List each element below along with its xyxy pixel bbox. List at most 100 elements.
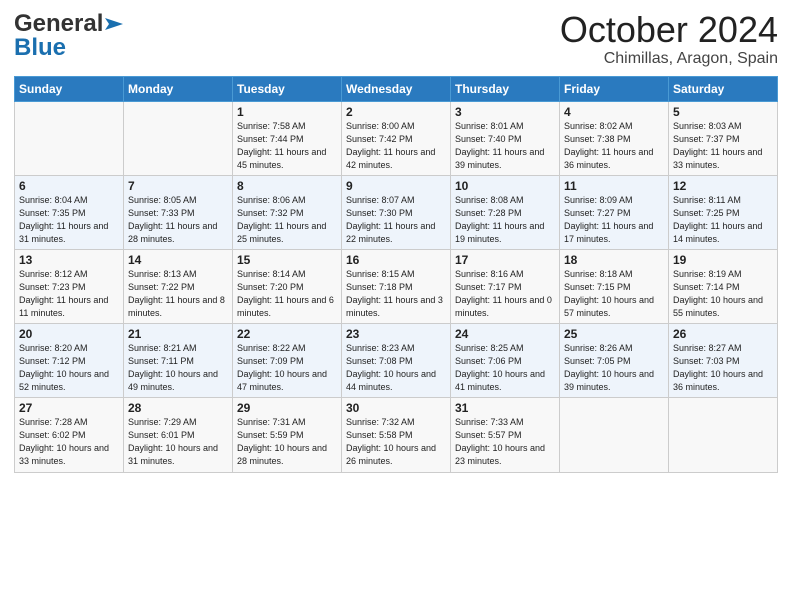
logo-blue: Blue [14,34,66,62]
col-header-monday: Monday [124,76,233,101]
day-info: Sunrise: 8:09 AM Sunset: 7:27 PM Dayligh… [564,194,664,246]
day-info: Sunrise: 8:11 AM Sunset: 7:25 PM Dayligh… [673,194,773,246]
calendar-cell: 7Sunrise: 8:05 AM Sunset: 7:33 PM Daylig… [124,175,233,249]
calendar-cell [124,101,233,175]
calendar-cell: 31Sunrise: 7:33 AM Sunset: 5:57 PM Dayli… [451,398,560,472]
calendar-cell: 26Sunrise: 8:27 AM Sunset: 7:03 PM Dayli… [669,324,778,398]
day-info: Sunrise: 8:12 AM Sunset: 7:23 PM Dayligh… [19,268,119,320]
calendar-cell: 24Sunrise: 8:25 AM Sunset: 7:06 PM Dayli… [451,324,560,398]
week-row-2: 6Sunrise: 8:04 AM Sunset: 7:35 PM Daylig… [15,175,778,249]
day-number: 7 [128,179,228,193]
day-info: Sunrise: 8:03 AM Sunset: 7:37 PM Dayligh… [673,120,773,172]
day-info: Sunrise: 7:33 AM Sunset: 5:57 PM Dayligh… [455,416,555,468]
day-info: Sunrise: 8:26 AM Sunset: 7:05 PM Dayligh… [564,342,664,394]
calendar-cell: 18Sunrise: 8:18 AM Sunset: 7:15 PM Dayli… [560,249,669,323]
day-number: 25 [564,327,664,341]
calendar-cell: 13Sunrise: 8:12 AM Sunset: 7:23 PM Dayli… [15,249,124,323]
day-info: Sunrise: 7:31 AM Sunset: 5:59 PM Dayligh… [237,416,337,468]
calendar-cell: 6Sunrise: 8:04 AM Sunset: 7:35 PM Daylig… [15,175,124,249]
day-number: 17 [455,253,555,267]
day-number: 19 [673,253,773,267]
day-info: Sunrise: 8:08 AM Sunset: 7:28 PM Dayligh… [455,194,555,246]
calendar-cell: 4Sunrise: 8:02 AM Sunset: 7:38 PM Daylig… [560,101,669,175]
calendar-cell [669,398,778,472]
week-row-4: 20Sunrise: 8:20 AM Sunset: 7:12 PM Dayli… [15,324,778,398]
week-row-5: 27Sunrise: 7:28 AM Sunset: 6:02 PM Dayli… [15,398,778,472]
day-info: Sunrise: 8:01 AM Sunset: 7:40 PM Dayligh… [455,120,555,172]
day-number: 2 [346,105,446,119]
day-number: 8 [237,179,337,193]
day-number: 24 [455,327,555,341]
calendar-cell [15,101,124,175]
day-number: 26 [673,327,773,341]
calendar-cell: 19Sunrise: 8:19 AM Sunset: 7:14 PM Dayli… [669,249,778,323]
day-info: Sunrise: 8:05 AM Sunset: 7:33 PM Dayligh… [128,194,228,246]
header-row: SundayMondayTuesdayWednesdayThursdayFrid… [15,76,778,101]
day-info: Sunrise: 8:22 AM Sunset: 7:09 PM Dayligh… [237,342,337,394]
calendar-cell: 27Sunrise: 7:28 AM Sunset: 6:02 PM Dayli… [15,398,124,472]
day-number: 11 [564,179,664,193]
day-info: Sunrise: 7:28 AM Sunset: 6:02 PM Dayligh… [19,416,119,468]
day-number: 9 [346,179,446,193]
calendar-cell: 25Sunrise: 8:26 AM Sunset: 7:05 PM Dayli… [560,324,669,398]
day-info: Sunrise: 8:07 AM Sunset: 7:30 PM Dayligh… [346,194,446,246]
title-block: October 2024 Chimillas, Aragon, Spain [560,10,778,68]
day-number: 16 [346,253,446,267]
day-info: Sunrise: 8:04 AM Sunset: 7:35 PM Dayligh… [19,194,119,246]
calendar-cell: 22Sunrise: 8:22 AM Sunset: 7:09 PM Dayli… [233,324,342,398]
calendar-cell: 10Sunrise: 8:08 AM Sunset: 7:28 PM Dayli… [451,175,560,249]
calendar-cell: 5Sunrise: 8:03 AM Sunset: 7:37 PM Daylig… [669,101,778,175]
day-info: Sunrise: 8:16 AM Sunset: 7:17 PM Dayligh… [455,268,555,320]
calendar-cell: 30Sunrise: 7:32 AM Sunset: 5:58 PM Dayli… [342,398,451,472]
calendar-cell: 12Sunrise: 8:11 AM Sunset: 7:25 PM Dayli… [669,175,778,249]
calendar-cell: 21Sunrise: 8:21 AM Sunset: 7:11 PM Dayli… [124,324,233,398]
col-header-wednesday: Wednesday [342,76,451,101]
month-title: October 2024 [560,10,778,50]
day-info: Sunrise: 8:18 AM Sunset: 7:15 PM Dayligh… [564,268,664,320]
calendar-cell [560,398,669,472]
day-number: 6 [19,179,119,193]
calendar-cell: 9Sunrise: 8:07 AM Sunset: 7:30 PM Daylig… [342,175,451,249]
day-number: 28 [128,401,228,415]
day-number: 1 [237,105,337,119]
day-info: Sunrise: 8:06 AM Sunset: 7:32 PM Dayligh… [237,194,337,246]
day-number: 21 [128,327,228,341]
day-number: 20 [19,327,119,341]
day-number: 23 [346,327,446,341]
calendar-cell: 2Sunrise: 8:00 AM Sunset: 7:42 PM Daylig… [342,101,451,175]
day-number: 15 [237,253,337,267]
day-info: Sunrise: 8:19 AM Sunset: 7:14 PM Dayligh… [673,268,773,320]
day-number: 27 [19,401,119,415]
day-number: 30 [346,401,446,415]
col-header-thursday: Thursday [451,76,560,101]
calendar-table: SundayMondayTuesdayWednesdayThursdayFrid… [14,76,778,473]
week-row-1: 1Sunrise: 7:58 AM Sunset: 7:44 PM Daylig… [15,101,778,175]
page-container: General Blue October 2024 Chimillas, Ara… [0,0,792,483]
day-info: Sunrise: 8:21 AM Sunset: 7:11 PM Dayligh… [128,342,228,394]
day-info: Sunrise: 8:14 AM Sunset: 7:20 PM Dayligh… [237,268,337,320]
day-number: 4 [564,105,664,119]
calendar-cell: 20Sunrise: 8:20 AM Sunset: 7:12 PM Dayli… [15,324,124,398]
calendar-cell: 15Sunrise: 8:14 AM Sunset: 7:20 PM Dayli… [233,249,342,323]
logo-arrow-icon [105,18,123,30]
day-number: 10 [455,179,555,193]
location-title: Chimillas, Aragon, Spain [560,50,778,68]
calendar-cell: 29Sunrise: 7:31 AM Sunset: 5:59 PM Dayli… [233,398,342,472]
calendar-cell: 17Sunrise: 8:16 AM Sunset: 7:17 PM Dayli… [451,249,560,323]
calendar-cell: 23Sunrise: 8:23 AM Sunset: 7:08 PM Dayli… [342,324,451,398]
calendar-cell: 3Sunrise: 8:01 AM Sunset: 7:40 PM Daylig… [451,101,560,175]
col-header-tuesday: Tuesday [233,76,342,101]
col-header-sunday: Sunday [15,76,124,101]
day-number: 3 [455,105,555,119]
logo: General Blue [14,10,123,62]
day-number: 22 [237,327,337,341]
calendar-cell: 16Sunrise: 8:15 AM Sunset: 7:18 PM Dayli… [342,249,451,323]
day-number: 18 [564,253,664,267]
day-number: 14 [128,253,228,267]
day-info: Sunrise: 7:58 AM Sunset: 7:44 PM Dayligh… [237,120,337,172]
col-header-saturday: Saturday [669,76,778,101]
day-number: 31 [455,401,555,415]
calendar-cell: 14Sunrise: 8:13 AM Sunset: 7:22 PM Dayli… [124,249,233,323]
day-number: 29 [237,401,337,415]
calendar-cell: 11Sunrise: 8:09 AM Sunset: 7:27 PM Dayli… [560,175,669,249]
